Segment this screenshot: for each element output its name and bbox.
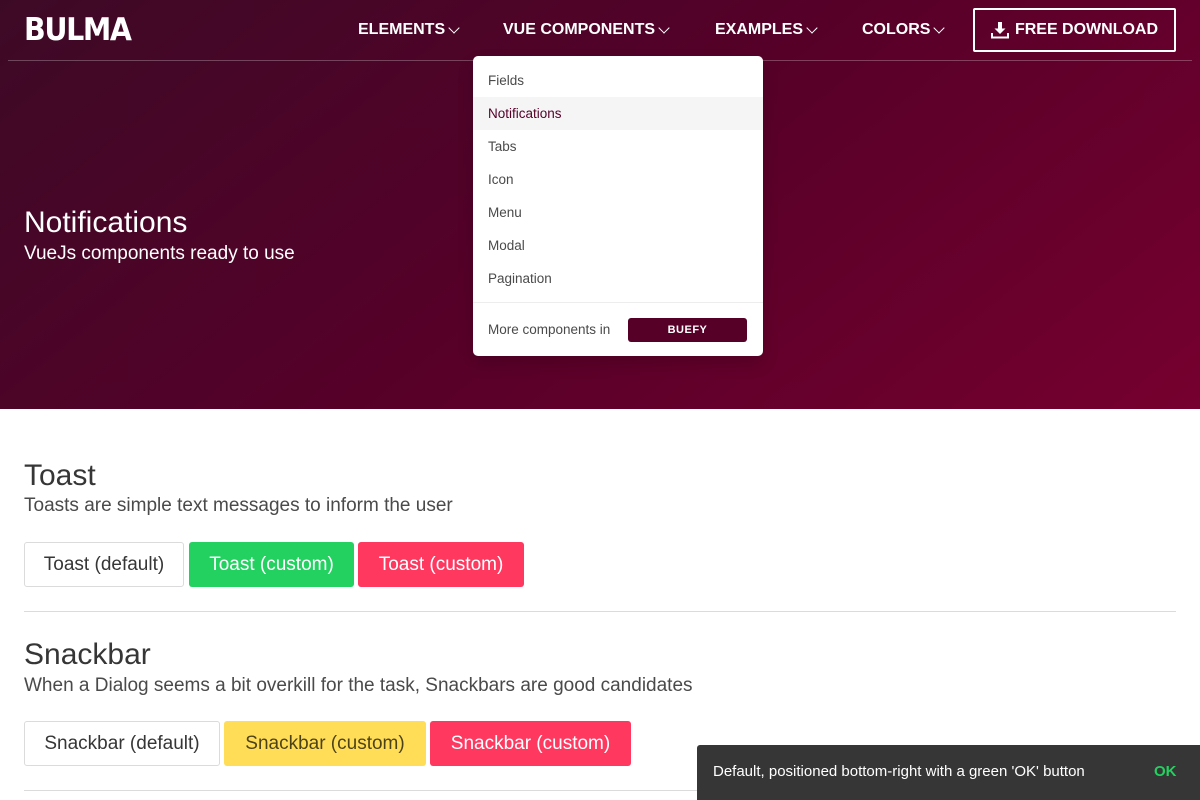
nav-item-label: COLORS — [862, 21, 931, 38]
snackbar-default-button[interactable]: Snackbar (default) — [24, 721, 220, 766]
download-icon — [990, 22, 1009, 39]
page-title: Notifications — [24, 206, 188, 239]
toast-section-title: Toast — [24, 459, 96, 492]
toast-custom-red-button[interactable]: Toast (custom) — [358, 542, 524, 587]
toast-section-subtitle: Toasts are simple text messages to infor… — [24, 495, 453, 516]
snackbar-message: Default, positioned bottom-right with a … — [713, 763, 1085, 780]
vue-components-dropdown: Fields Notifications Tabs Icon Menu Moda… — [473, 56, 763, 356]
snackbar-custom-red-button[interactable]: Snackbar (custom) — [430, 721, 631, 766]
nav-item-colors[interactable]: COLORS — [862, 20, 946, 40]
chevron-down-icon — [933, 21, 946, 34]
nav-item-examples[interactable]: EXAMPLES — [715, 20, 818, 40]
section-divider — [24, 611, 1176, 612]
dropdown-item-notifications[interactable]: Notifications — [473, 97, 763, 130]
snackbar-custom-yellow-button[interactable]: Snackbar (custom) — [224, 721, 426, 766]
toast-custom-green-button[interactable]: Toast (custom) — [189, 542, 354, 587]
dropdown-item-fields[interactable]: Fields — [473, 64, 763, 97]
nav-item-elements[interactable]: ELEMENTS — [358, 20, 460, 40]
dropdown-item-icon[interactable]: Icon — [473, 163, 763, 196]
download-label: FREE DOWNLOAD — [1014, 21, 1159, 38]
nav-item-label: ELEMENTS — [358, 21, 446, 38]
nav-item-label: VUE COMPONENTS — [503, 21, 656, 38]
toast-default-button[interactable]: Toast (default) — [24, 542, 184, 587]
navbar: BULMA ELEMENTS VUE COMPONENTS EXAMPLES C… — [0, 0, 1200, 61]
snackbar-ok-button[interactable]: OK — [1154, 763, 1177, 780]
dropdown-divider — [473, 302, 763, 303]
brand-logo[interactable]: BULMA — [24, 12, 132, 48]
dropdown-item-pagination[interactable]: Pagination — [473, 262, 763, 295]
dropdown-item-tabs[interactable]: Tabs — [473, 130, 763, 163]
dropdown-footer-label: More components in — [488, 322, 611, 337]
dropdown-item-menu[interactable]: Menu — [473, 196, 763, 229]
nav-item-label: EXAMPLES — [715, 21, 804, 38]
page-subtitle: VueJs components ready to use — [24, 243, 295, 264]
snackbar-section-subtitle: When a Dialog seems a bit overkill for t… — [24, 675, 693, 696]
buefy-button[interactable]: BUEFY — [628, 318, 747, 342]
chevron-down-icon — [658, 21, 670, 34]
chevron-down-icon — [806, 21, 818, 34]
snackbar-notification: Default, positioned bottom-right with a … — [697, 745, 1200, 800]
snackbar-section-title: Snackbar — [24, 638, 151, 671]
chevron-down-icon — [448, 21, 460, 34]
nav-item-vue-components[interactable]: VUE COMPONENTS — [503, 20, 670, 40]
free-download-button[interactable]: FREE DOWNLOAD — [973, 8, 1176, 52]
dropdown-item-modal[interactable]: Modal — [473, 229, 763, 262]
